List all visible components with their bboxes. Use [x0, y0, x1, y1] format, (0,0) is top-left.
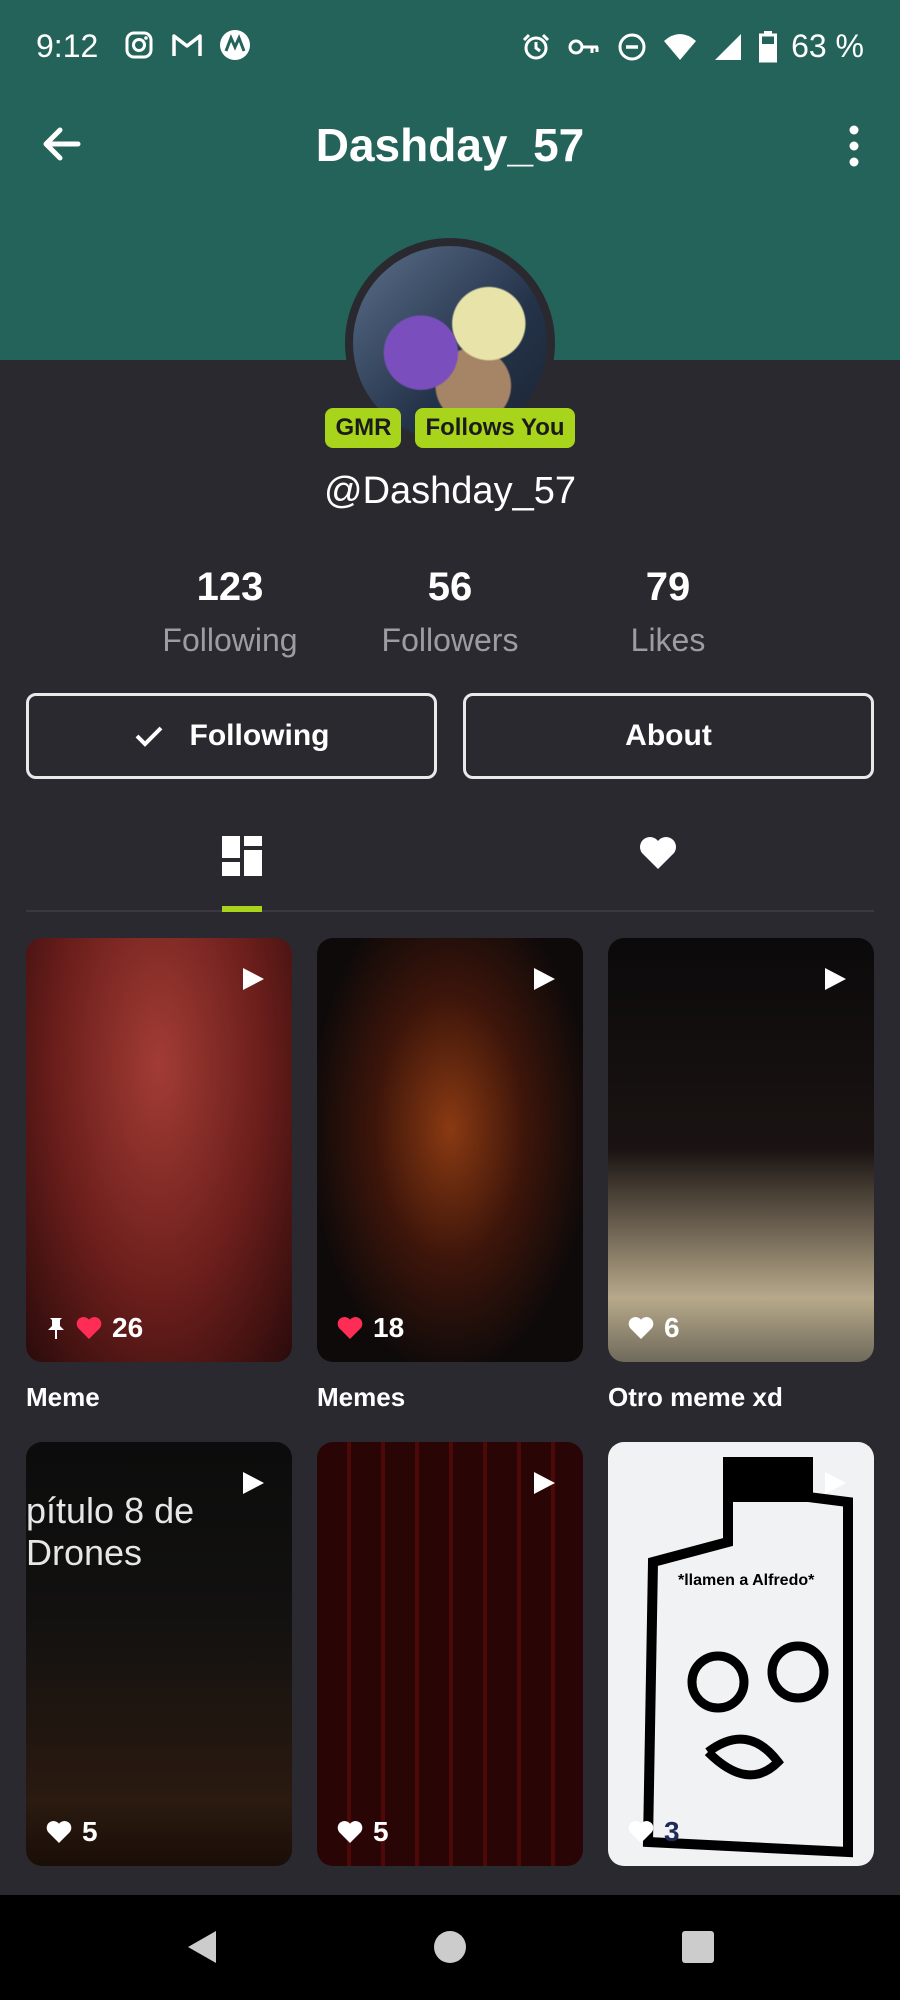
stat-likes-count: 79 — [645, 565, 691, 609]
pin-icon — [48, 1318, 64, 1339]
post-card[interactable]: pítulo 8 de Drones 5 — [26, 1442, 292, 1866]
battery-level: 63 % — [791, 28, 864, 64]
signal-icon — [711, 30, 745, 64]
play-icon — [825, 1472, 846, 1494]
more-options-button[interactable] — [842, 124, 866, 168]
play-icon — [825, 968, 846, 990]
nav-home-icon — [434, 1931, 466, 1963]
status-bar: 9:12 63 % — [0, 0, 900, 100]
post-likes: 18 — [337, 1312, 404, 1344]
post-likes: 26 — [46, 1312, 143, 1344]
user-handle: @Dashday_57 — [324, 470, 576, 512]
post-likes-count: 6 — [664, 1312, 680, 1343]
post-likes: 6 — [628, 1312, 680, 1344]
play-icon — [243, 1472, 264, 1494]
post-likes-count: 26 — [112, 1312, 144, 1343]
heart-icon — [628, 1821, 654, 1843]
about-button-label: About — [625, 719, 712, 752]
post-likes-count: 18 — [373, 1312, 405, 1343]
key-icon — [567, 30, 601, 64]
sketch-drawing — [642, 1457, 853, 1858]
heart-filled-icon — [76, 1317, 102, 1339]
content-tabs — [26, 820, 874, 912]
play-icon — [534, 968, 555, 990]
heart-filled-icon — [337, 1317, 363, 1339]
post-likes: 5 — [337, 1816, 389, 1848]
stat-following[interactable]: 123 Following — [130, 565, 330, 659]
stat-followers-count: 56 — [427, 565, 473, 609]
following-button[interactable]: Following — [26, 693, 437, 779]
follows-you-badge: Follows You — [415, 408, 575, 448]
heart-icon — [640, 837, 676, 869]
post-card[interactable]: 26 — [26, 938, 292, 1362]
post-card[interactable]: 6 — [608, 938, 874, 1362]
grid-icon — [222, 836, 262, 876]
play-icon — [534, 1472, 555, 1494]
post-title[interactable]: Otro meme xd — [608, 1382, 874, 1413]
tab-posts[interactable] — [212, 820, 272, 912]
motorola-icon — [218, 28, 252, 62]
post-card[interactable]: 5 — [317, 1442, 583, 1866]
post-overlay-text: *llamen a Alfredo* — [678, 1572, 815, 1589]
status-time: 9:12 — [36, 28, 99, 64]
stat-followers-label: Followers — [381, 622, 519, 658]
post-card[interactable]: *llamen a Alfredo* 3 — [608, 1442, 874, 1866]
do-not-disturb-icon — [615, 30, 649, 64]
nav-back-icon — [188, 1931, 216, 1963]
more-vertical-icon — [849, 125, 859, 167]
nav-recents-icon — [682, 1931, 714, 1963]
gmr-badge: GMR — [325, 408, 402, 448]
stat-following-count: 123 — [196, 565, 264, 609]
alarm-icon — [519, 30, 553, 64]
heart-icon — [46, 1821, 72, 1843]
heart-icon — [628, 1317, 654, 1339]
post-likes: 3 — [628, 1816, 680, 1848]
gmail-icon — [170, 28, 204, 62]
post-title[interactable]: Meme — [26, 1382, 292, 1413]
following-button-label: Following — [189, 719, 330, 752]
profile-badges: GMR Follows You — [0, 408, 900, 448]
stat-followers[interactable]: 56 Followers — [350, 565, 550, 659]
stat-following-label: Following — [162, 622, 298, 658]
heart-icon — [337, 1821, 363, 1843]
post-likes: 5 — [46, 1816, 98, 1848]
post-overlay-text: pítulo 8 de Drones — [26, 1490, 195, 1573]
post-title[interactable]: Memes — [317, 1382, 583, 1413]
page-title: Dashday_57 — [315, 119, 585, 171]
instagram-icon — [122, 28, 156, 62]
battery-icon — [759, 30, 778, 64]
post-card[interactable]: 18 — [317, 938, 583, 1362]
post-likes-count: 5 — [82, 1816, 98, 1847]
post-likes-count: 5 — [373, 1816, 389, 1847]
post-likes-count: 3 — [664, 1816, 680, 1847]
stat-likes: 79 Likes — [568, 565, 768, 659]
about-button[interactable]: About — [463, 693, 874, 779]
nav-home-button[interactable] — [428, 1925, 472, 1969]
stat-likes-label: Likes — [630, 622, 706, 658]
profile-stats: 123 Following 56 Followers 79 Likes — [0, 565, 900, 675]
check-icon — [135, 726, 162, 747]
tab-liked[interactable] — [628, 820, 688, 912]
nav-recents-button[interactable] — [676, 1925, 720, 1969]
system-nav-bar — [0, 1895, 900, 2000]
nav-back-button[interactable] — [180, 1925, 224, 1969]
active-tab-indicator — [222, 906, 262, 912]
wifi-icon — [663, 30, 697, 64]
play-icon — [243, 968, 264, 990]
